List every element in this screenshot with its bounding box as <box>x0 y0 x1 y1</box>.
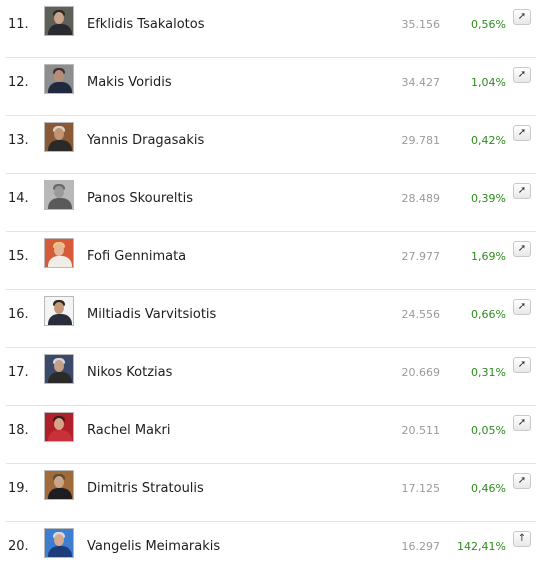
vote-count: 34.427 <box>401 76 441 89</box>
person-name: Panos Skoureltis <box>87 191 193 206</box>
arrow-up-right-icon: ➚ <box>517 475 527 486</box>
percent-change: 0,56% <box>471 18 506 31</box>
list-item: 18. Rachel Makri 20.511 0,05% ➚ <box>0 406 536 464</box>
percent-change: 1,04% <box>471 76 506 89</box>
person-name: Rachel Makri <box>87 423 171 438</box>
trend-button[interactable]: ➚ <box>513 299 531 315</box>
trend-button[interactable]: ➚ <box>513 125 531 141</box>
percent-change: 0,05% <box>471 424 506 437</box>
avatar <box>44 64 74 94</box>
percent-change: 0,46% <box>471 482 506 495</box>
person-name: Vangelis Meimarakis <box>87 539 221 554</box>
trend-button[interactable]: ↑ <box>513 531 531 547</box>
vote-count: 29.781 <box>401 134 441 147</box>
arrow-up-right-icon: ➚ <box>517 127 527 138</box>
person-name: Nikos Kotzias <box>87 365 173 380</box>
rank-number: 19. <box>8 481 29 496</box>
rank-number: 17. <box>8 365 29 380</box>
avatar <box>44 528 74 558</box>
list-item: 13. Yannis Dragasakis 29.781 0,42% ➚ <box>0 116 536 174</box>
vote-count: 28.489 <box>401 192 441 205</box>
avatar <box>44 296 74 326</box>
rank-number: 12. <box>8 75 29 90</box>
rank-number: 13. <box>8 133 29 148</box>
percent-change: 0,66% <box>471 308 506 321</box>
percent-change: 0,39% <box>471 192 506 205</box>
arrow-up-icon: ↑ <box>517 533 527 544</box>
list-item: 17. Nikos Kotzias 20.669 0,31% ➚ <box>0 348 536 406</box>
arrow-up-right-icon: ➚ <box>517 417 527 428</box>
trend-button[interactable]: ➚ <box>513 241 531 257</box>
trend-button[interactable]: ➚ <box>513 357 531 373</box>
avatar <box>44 180 74 210</box>
person-name: Yannis Dragasakis <box>87 133 205 148</box>
list-item: 14. Panos Skoureltis 28.489 0,39% ➚ <box>0 174 536 232</box>
rank-number: 11. <box>8 17 29 32</box>
list-item: 12. Makis Voridis 34.427 1,04% ➚ <box>0 58 536 116</box>
avatar <box>44 6 74 36</box>
percent-change: 1,69% <box>471 250 506 263</box>
avatar <box>44 238 74 268</box>
list-item: 11. Efklidis Tsakalotos 35.156 0,56% ➚ <box>0 0 536 58</box>
person-name: Dimitris Stratoulis <box>87 481 204 496</box>
rank-number: 20. <box>8 539 29 554</box>
vote-count: 20.511 <box>401 424 441 437</box>
vote-count: 24.556 <box>401 308 441 321</box>
arrow-up-right-icon: ➚ <box>517 243 527 254</box>
trend-button[interactable]: ➚ <box>513 9 531 25</box>
list-item: 19. Dimitris Stratoulis 17.125 0,46% ➚ <box>0 464 536 522</box>
rank-number: 18. <box>8 423 29 438</box>
person-name: Makis Voridis <box>87 75 172 90</box>
trend-button[interactable]: ➚ <box>513 473 531 489</box>
person-name: Efklidis Tsakalotos <box>87 17 205 32</box>
avatar <box>44 470 74 500</box>
trend-button[interactable]: ➚ <box>513 183 531 199</box>
rank-number: 15. <box>8 249 29 264</box>
person-name: Miltiadis Varvitsiotis <box>87 307 217 322</box>
percent-change: 0,42% <box>471 134 506 147</box>
vote-count: 27.977 <box>401 250 441 263</box>
vote-count: 35.156 <box>401 18 441 31</box>
percent-change: 142,41% <box>457 540 506 553</box>
rank-number: 16. <box>8 307 29 322</box>
rank-number: 14. <box>8 191 29 206</box>
vote-count: 16.297 <box>401 540 441 553</box>
avatar <box>44 354 74 384</box>
vote-count: 20.669 <box>401 366 441 379</box>
avatar <box>44 122 74 152</box>
vote-count: 17.125 <box>401 482 441 495</box>
trend-button[interactable]: ➚ <box>513 415 531 431</box>
person-name: Fofi Gennimata <box>87 249 187 264</box>
list-item: 16. Miltiadis Varvitsiotis 24.556 0,66% … <box>0 290 536 348</box>
arrow-up-right-icon: ➚ <box>517 185 527 196</box>
percent-change: 0,31% <box>471 366 506 379</box>
list-item: 15. Fofi Gennimata 27.977 1,69% ➚ <box>0 232 536 290</box>
trend-button[interactable]: ➚ <box>513 67 531 83</box>
list-item: 20. Vangelis Meimarakis 16.297 142,41% ↑ <box>0 522 536 580</box>
arrow-up-right-icon: ➚ <box>517 69 527 80</box>
ranking-list: 11. Efklidis Tsakalotos 35.156 0,56% ➚ 1… <box>0 0 544 570</box>
avatar <box>44 412 74 442</box>
arrow-up-right-icon: ➚ <box>517 11 527 22</box>
arrow-up-right-icon: ➚ <box>517 359 527 370</box>
arrow-up-right-icon: ➚ <box>517 301 527 312</box>
